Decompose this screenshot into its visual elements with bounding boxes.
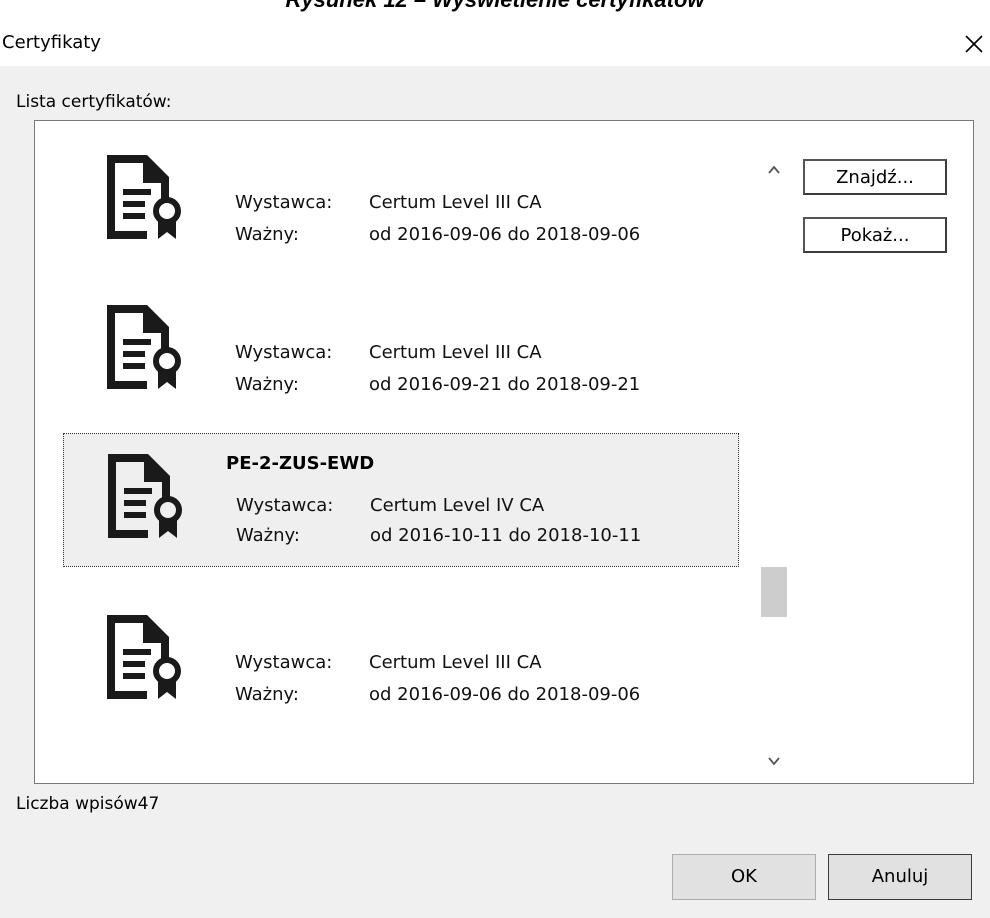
valid-value: od 2016-10-11 do 2018-10-11 [370,525,642,546]
valid-label: Ważny: [235,374,299,395]
scroll-up-button[interactable] [757,153,791,187]
entry-count-value: 47 [137,794,160,814]
entry-count-label: Liczba wpisów [16,794,138,814]
issuer-label: Wystawca: [235,652,333,673]
valid-value: od 2016-09-06 do 2018-09-06 [369,224,641,245]
chevron-down-icon [768,757,780,766]
certificate-icon [107,305,181,389]
close-button[interactable] [942,22,990,66]
document-caption: Rysunek 12 – Wyświetlenie certyfikatów [0,0,990,14]
certificate-icon [107,615,181,699]
certificate-item-selected[interactable]: PE-2-ZUS-EWD Wystawca: Certum Level IV C… [63,433,739,567]
issuer-value: Certum Level III CA [369,192,542,213]
window-title: Certyfikaty [2,32,101,53]
certificate-panel: Wystawca: Certum Level III CA Ważny: od … [34,120,974,784]
valid-label: Ważny: [235,684,299,705]
cancel-button[interactable]: Anuluj [828,854,972,900]
valid-value: od 2016-09-06 do 2018-09-06 [369,684,641,705]
certificate-icon [108,454,182,538]
issuer-label: Wystawca: [235,342,333,363]
valid-label: Ważny: [236,525,300,546]
list-caption: Lista certyfikatów: [16,92,172,112]
issuer-label: Wystawca: [236,495,334,516]
valid-value: od 2016-09-21 do 2018-09-21 [369,374,641,395]
certificate-list[interactable]: Wystawca: Certum Level III CA Ważny: od … [35,121,739,783]
valid-label: Ważny: [235,224,299,245]
list-scrollbar[interactable] [757,153,791,779]
certificate-item[interactable]: Wystawca: Certum Level III CA Ważny: od … [63,271,739,403]
issuer-label: Wystawca: [235,192,333,213]
chevron-up-icon [768,165,780,174]
scroll-down-button[interactable] [757,745,791,779]
find-button[interactable]: Znajdź... [803,159,947,195]
entry-count: Liczba wpisów47 [16,793,159,815]
scroll-thumb[interactable] [761,567,787,617]
show-button[interactable]: Pokaż... [803,217,947,253]
close-icon [965,35,983,53]
issuer-value: Certum Level III CA [369,652,542,673]
certificates-dialog: Certyfikaty Lista certyfikatów: Wystawca… [0,22,990,918]
certificate-item[interactable]: Wystawca: Certum Level III CA Ważny: od … [63,121,739,253]
certificate-icon [107,155,181,239]
issuer-value: Certum Level III CA [369,342,542,363]
title-bar: Certyfikaty [0,22,990,66]
issuer-value: Certum Level IV CA [370,495,545,516]
certificate-name: PE-2-ZUS-EWD [226,453,375,474]
ok-button[interactable]: OK [672,854,816,900]
certificate-item[interactable]: Wystawca: Certum Level III CA Ważny: od … [63,581,739,713]
